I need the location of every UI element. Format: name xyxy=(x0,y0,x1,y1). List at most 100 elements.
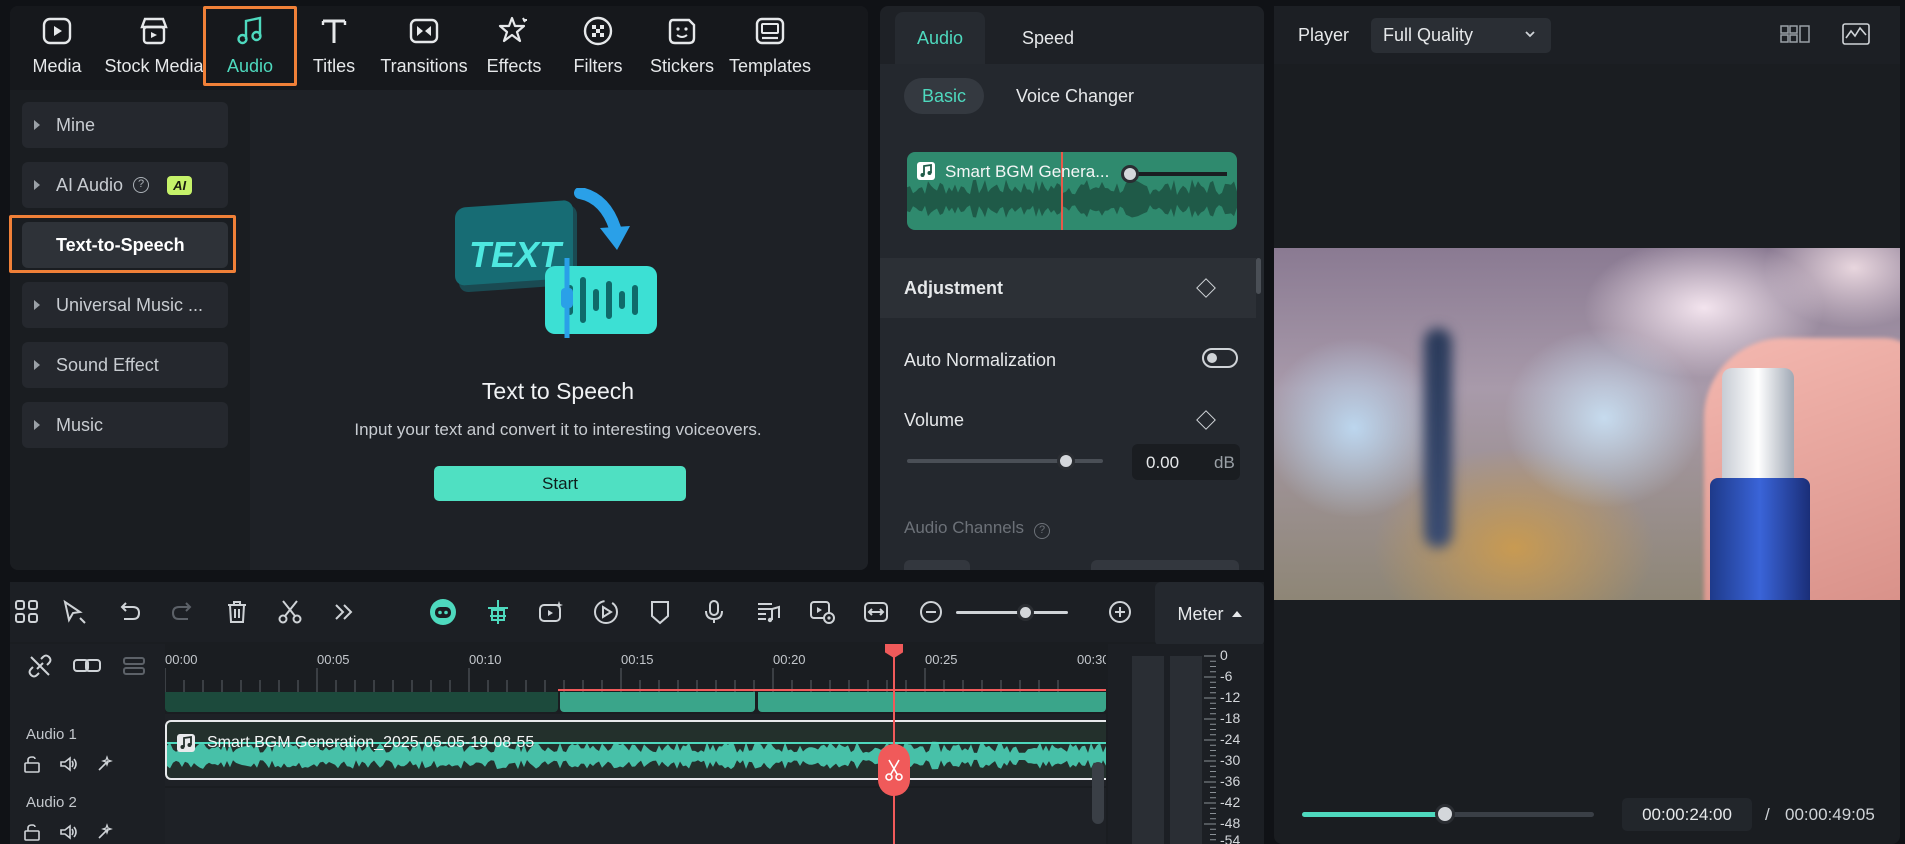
subtab-basic[interactable]: Basic xyxy=(904,78,984,114)
zoom-slider-handle[interactable] xyxy=(1017,604,1034,621)
tts-item-highlight xyxy=(9,215,236,273)
zoom-in-icon[interactable] xyxy=(1106,598,1134,626)
bottle-shape xyxy=(1424,328,1452,548)
category-label: Stickers xyxy=(649,56,714,76)
subtab-voice-changer[interactable]: Voice Changer xyxy=(1005,78,1145,114)
audio-channel-button[interactable] xyxy=(904,560,970,570)
sidebar-item-label: Music xyxy=(56,414,104,435)
ai-video-icon[interactable] xyxy=(537,598,565,626)
meter-button[interactable]: Meter xyxy=(1155,582,1264,646)
ruler-label: 00:25 xyxy=(925,652,958,667)
video-clip-segment[interactable] xyxy=(165,692,558,712)
ruler-label: 00:20 xyxy=(773,652,806,667)
speaker-icon[interactable] xyxy=(58,754,78,774)
subtab-label: Basic xyxy=(921,85,966,106)
player-progress-handle[interactable] xyxy=(1435,804,1456,824)
current-time[interactable]: 00:00:24:00 xyxy=(1622,798,1752,831)
properties-scrollbar[interactable] xyxy=(1256,258,1261,294)
meter-bar-right xyxy=(1170,656,1202,844)
expand-arrow-icon xyxy=(34,120,40,130)
help-icon[interactable]: ? xyxy=(133,177,150,193)
ruler-label: 00:10 xyxy=(469,652,502,667)
tab-speed[interactable]: Speed xyxy=(1000,12,1096,64)
split-scissors-icon[interactable] xyxy=(276,598,304,626)
ai-badge: AI xyxy=(167,175,193,195)
filters-icon xyxy=(581,14,615,48)
tab-audio[interactable]: Audio xyxy=(895,12,985,64)
zoom-out-icon[interactable] xyxy=(917,598,945,626)
auto-beat-icon[interactable] xyxy=(95,822,115,842)
link-icon[interactable] xyxy=(72,655,102,677)
category-effects[interactable]: Effects xyxy=(473,14,555,77)
auto-normalization-toggle[interactable] xyxy=(1202,348,1238,368)
sidebar-item-music[interactable]: Music xyxy=(22,402,228,448)
track-name: Audio 1 xyxy=(26,726,77,743)
scopes-icon[interactable] xyxy=(1842,22,1870,46)
speaker-icon[interactable] xyxy=(58,822,78,842)
audio-category-highlight xyxy=(203,6,297,86)
category-stickers[interactable]: Stickers xyxy=(641,14,723,77)
audio-clip[interactable]: Smart BGM Generation_2025-05-05-19-08-55 xyxy=(165,720,1106,780)
unlink-icon[interactable] xyxy=(27,653,53,679)
redo-icon[interactable] xyxy=(169,598,197,626)
audio-mixer-icon[interactable] xyxy=(754,598,782,626)
layout-grid-icon[interactable] xyxy=(1780,24,1810,44)
ai-copilot-icon[interactable] xyxy=(429,598,457,626)
meter-scale-label: -12 xyxy=(1220,689,1241,705)
meter-bar-left xyxy=(1132,656,1164,844)
category-transitions[interactable]: Transitions xyxy=(378,14,470,77)
sidebar-item-sound-effect[interactable]: Sound Effect xyxy=(22,342,228,388)
quality-select[interactable]: Full Quality xyxy=(1371,18,1551,53)
category-stock-media[interactable]: Stock Media xyxy=(104,14,204,77)
lock-icon[interactable] xyxy=(22,822,42,842)
microphone-icon[interactable] xyxy=(700,598,728,626)
volume-input[interactable]: 0.00 dB xyxy=(1132,444,1240,480)
fit-timeline-icon[interactable] xyxy=(862,598,890,626)
tts-graphic-text: TEXT xyxy=(469,234,562,275)
video-preview[interactable] xyxy=(1274,248,1900,600)
video-clip-segment[interactable] xyxy=(560,692,755,712)
player-progress-fill xyxy=(1302,812,1446,817)
snap-icon[interactable] xyxy=(484,598,512,626)
zoom-slider-track[interactable] xyxy=(956,611,1068,614)
volume-value: 0.00 xyxy=(1146,453,1180,472)
split-marker[interactable] xyxy=(878,744,910,796)
clip-slider-track[interactable] xyxy=(1129,172,1227,176)
transitions-icon xyxy=(407,14,441,48)
category-templates[interactable]: Templates xyxy=(726,14,814,77)
timeline-scrollbar[interactable] xyxy=(1092,762,1104,824)
auto-beat-icon[interactable] xyxy=(95,754,115,774)
render-preview-icon[interactable] xyxy=(808,598,836,626)
sidebar-item-mine[interactable]: Mine xyxy=(22,102,228,148)
total-time: 00:00:49:05 xyxy=(1785,805,1875,824)
audio-channel-select[interactable] xyxy=(1091,560,1239,570)
video-clip-segment[interactable] xyxy=(758,692,1106,712)
meter-scale-label: -36 xyxy=(1220,773,1241,789)
category-titles[interactable]: Titles xyxy=(293,14,375,77)
volume-slider-handle[interactable] xyxy=(1057,452,1075,470)
sidebar-item-universal-music[interactable]: Universal Music ... xyxy=(22,282,228,328)
start-button[interactable]: Start xyxy=(434,466,686,501)
sidebar-item-ai-audio[interactable]: AI Audio? AI xyxy=(22,162,228,208)
meter-ticks xyxy=(1204,655,1216,841)
layout-icon[interactable] xyxy=(13,598,41,626)
category-filters[interactable]: Filters xyxy=(557,14,639,77)
sidebar-item-label: AI Audio xyxy=(56,174,124,195)
clip-waveform-preview[interactable]: Smart BGM Genera... xyxy=(907,152,1237,230)
adjustment-label: Adjustment xyxy=(904,278,1003,298)
category-label: Templates xyxy=(728,56,812,76)
delete-icon[interactable] xyxy=(223,598,251,626)
select-tool-icon[interactable] xyxy=(60,598,88,626)
audio-channels-label: Audio Channels? xyxy=(904,518,1051,539)
clip-slider-handle[interactable] xyxy=(1121,165,1139,183)
volume-unit: dB xyxy=(1214,453,1235,472)
ruler-label: 00:15 xyxy=(621,652,654,667)
more-tools-icon[interactable] xyxy=(330,598,358,626)
help-icon[interactable]: ? xyxy=(1034,523,1051,539)
undo-icon[interactable] xyxy=(115,598,143,626)
category-media[interactable]: Media xyxy=(16,14,98,77)
lock-icon[interactable] xyxy=(22,754,42,774)
marker-icon[interactable] xyxy=(646,598,674,626)
track-layout-icon[interactable] xyxy=(121,655,147,677)
playback-speed-icon[interactable] xyxy=(592,598,620,626)
